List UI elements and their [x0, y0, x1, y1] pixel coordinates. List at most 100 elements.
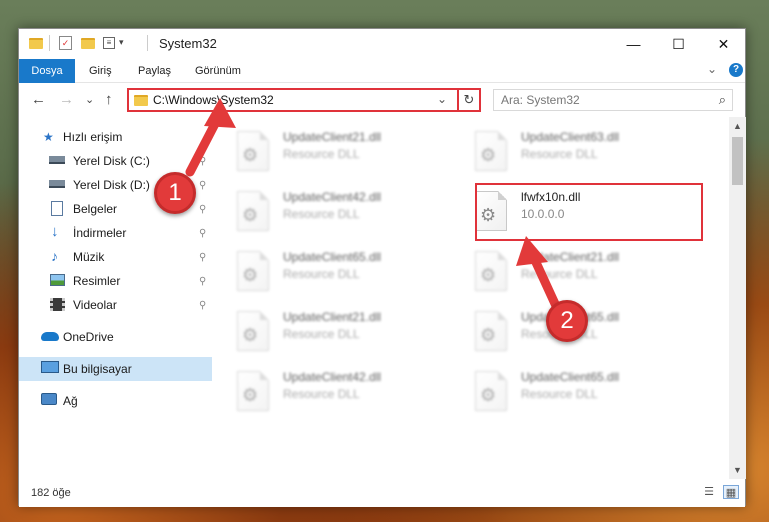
sidebar-item-label: Yerel Disk (C:) — [73, 154, 150, 168]
forward-arrow-icon[interactable]: → — [59, 91, 74, 108]
file-name: UpdateClient63.dll — [521, 130, 620, 144]
file-name: UpdateClient65.dll — [283, 250, 382, 264]
dll-file-icon: ⚙ — [237, 131, 269, 171]
file-list: ⚙ UpdateClient21.dll Resource DLL ⚙ Upda… — [219, 117, 729, 479]
scrollbar-thumb[interactable] — [732, 137, 743, 185]
drive-icon — [49, 156, 65, 164]
sidebar-item-label: Videolar — [73, 298, 117, 312]
gear-icon: ⚙ — [480, 145, 497, 165]
sidebar-item-downloads[interactable]: ↓ İndirmeler ⚲ — [19, 221, 212, 245]
drive-icon — [49, 180, 65, 188]
pin-icon[interactable]: ⚲ — [199, 300, 206, 311]
search-placeholder: Ara: System32 — [501, 93, 580, 107]
file-name: UpdateClient21.dll — [521, 250, 620, 264]
dll-file-icon: ⚙ — [237, 311, 269, 351]
music-icon: ♪ — [51, 248, 58, 264]
sidebar-item-label: Yerel Disk (D:) — [73, 178, 150, 192]
tab-share[interactable]: Paylaş — [128, 59, 181, 83]
customize-icon[interactable]: ≡ — [103, 37, 115, 49]
large-icons-view-icon[interactable]: ▦ — [723, 485, 739, 499]
sidebar-item-quick-access[interactable]: ★ Hızlı erişim — [19, 125, 212, 149]
sidebar-item-this-pc[interactable]: Bu bilgisayar — [19, 357, 212, 381]
file-description: Resource DLL — [283, 267, 360, 281]
address-bar[interactable]: C:\Windows\System32 ⌄ — [127, 88, 477, 112]
sidebar-item-drive-c[interactable]: Yerel Disk (C:) ⚲ — [19, 149, 212, 173]
sidebar-item-label: Ağ — [63, 394, 78, 408]
file-item[interactable]: ⚙ UpdateClient63.dll Resource DLL — [457, 125, 677, 175]
up-arrow-icon[interactable]: ↑ — [105, 91, 113, 108]
gear-icon: ⚙ — [480, 385, 497, 405]
sidebar-item-label: İndirmeler — [73, 226, 127, 240]
vertical-scrollbar[interactable]: ▲ ▼ — [729, 117, 746, 479]
sidebar-item-videos[interactable]: Videolar ⚲ — [19, 293, 212, 317]
maximize-button[interactable]: ☐ — [656, 29, 701, 59]
gear-icon: ⚙ — [480, 325, 497, 345]
file-description: Resource DLL — [283, 147, 360, 161]
item-count: 182 öğe — [31, 487, 71, 499]
address-dropdown-icon[interactable]: ⌄ — [437, 92, 447, 106]
file-name: UpdateClient21.dll — [283, 130, 382, 144]
chevron-down-icon[interactable]: ▾ — [119, 37, 124, 48]
divider — [49, 35, 50, 51]
file-item[interactable]: ⚙ UpdateClient42.dll Resource DLL — [219, 185, 439, 235]
network-icon — [41, 393, 57, 405]
pin-icon[interactable]: ⚲ — [199, 252, 206, 263]
pin-icon[interactable]: ⚲ — [199, 228, 206, 239]
refresh-button[interactable]: ↻ — [457, 88, 481, 112]
gear-icon: ⚙ — [480, 265, 497, 285]
pin-icon[interactable]: ⚲ — [199, 204, 206, 215]
navigation-pane: ★ Hızlı erişim Yerel Disk (C:) ⚲ Yerel D… — [19, 117, 212, 479]
scroll-down-icon[interactable]: ▼ — [733, 465, 742, 475]
tab-home[interactable]: Giriş — [79, 59, 122, 83]
tab-file[interactable]: Dosya — [19, 59, 75, 83]
video-icon — [50, 298, 65, 311]
dll-file-icon: ⚙ — [475, 371, 507, 411]
new-folder-icon[interactable] — [81, 38, 95, 49]
file-item[interactable]: ⚙ UpdateClient21.dll Resource DLL — [457, 245, 677, 295]
address-path: C:\Windows\System32 — [153, 93, 274, 107]
file-item[interactable]: ⚙ UpdateClient21.dll Resource DLL — [219, 305, 439, 355]
scroll-up-icon[interactable]: ▲ — [733, 121, 742, 131]
file-item[interactable]: ⚙ UpdateClient65.dll Resource DLL — [457, 365, 677, 415]
dll-file-icon: ⚙ — [475, 251, 507, 291]
dll-file-icon: ⚙ — [237, 371, 269, 411]
recent-locations-icon[interactable]: ⌄ — [85, 93, 94, 106]
title-bar: ✓ ≡ ▾ System32 — ☐ ✕ — [19, 29, 745, 59]
file-name: UpdateClient42.dll — [283, 190, 382, 204]
file-name: UpdateClient42.dll — [283, 370, 382, 384]
minimize-button[interactable]: — — [611, 29, 656, 59]
sidebar-item-music[interactable]: ♪ Müzik ⚲ — [19, 245, 212, 269]
pin-icon[interactable]: ⚲ — [199, 156, 206, 167]
details-view-icon[interactable]: ☰ — [701, 485, 717, 499]
sidebar-item-network[interactable]: Ağ — [19, 389, 212, 413]
explorer-window: ✓ ≡ ▾ System32 — ☐ ✕ Dosya Giriş Paylaş … — [18, 28, 746, 507]
sidebar-item-label: OneDrive — [63, 330, 114, 344]
status-bar: 182 öğe ☰ ▦ — [19, 479, 745, 507]
search-icon[interactable]: ⌕ — [719, 92, 726, 108]
pin-icon[interactable]: ⚲ — [199, 276, 206, 287]
tab-view[interactable]: Görünüm — [185, 59, 251, 83]
close-button[interactable]: ✕ — [701, 29, 746, 59]
step-badge-1: 1 — [154, 172, 196, 214]
file-description: Resource DLL — [521, 387, 598, 401]
file-item[interactable]: ⚙ UpdateClient21.dll Resource DLL — [219, 125, 439, 175]
sidebar-item-onedrive[interactable]: OneDrive — [19, 325, 212, 349]
properties-icon[interactable]: ✓ — [59, 36, 72, 50]
file-item[interactable]: ⚙ UpdateClient65.dll Resource DLL — [219, 245, 439, 295]
gear-icon: ⚙ — [242, 325, 259, 345]
ribbon-tabs: Dosya Giriş Paylaş Görünüm ⌄ — [19, 59, 745, 83]
help-icon[interactable]: ? — [729, 63, 743, 77]
gear-icon: ⚙ — [242, 145, 259, 165]
pin-icon[interactable]: ⚲ — [199, 180, 206, 191]
folder-icon — [29, 38, 43, 49]
file-item[interactable]: ⚙ UpdateClient42.dll Resource DLL — [219, 365, 439, 415]
file-name: UpdateClient65.dll — [521, 370, 620, 384]
back-arrow-icon[interactable]: ← — [31, 91, 46, 108]
search-box[interactable]: Ara: System32 ⌕ — [493, 89, 733, 111]
collapse-ribbon-icon[interactable]: ⌄ — [707, 62, 717, 76]
sidebar-item-label: Bu bilgisayar — [63, 362, 132, 376]
sidebar-item-label: Resimler — [73, 274, 121, 288]
sidebar-item-pictures[interactable]: Resimler ⚲ — [19, 269, 212, 293]
file-description: Resource DLL — [283, 387, 360, 401]
file-name: UpdateClient21.dll — [283, 310, 382, 324]
